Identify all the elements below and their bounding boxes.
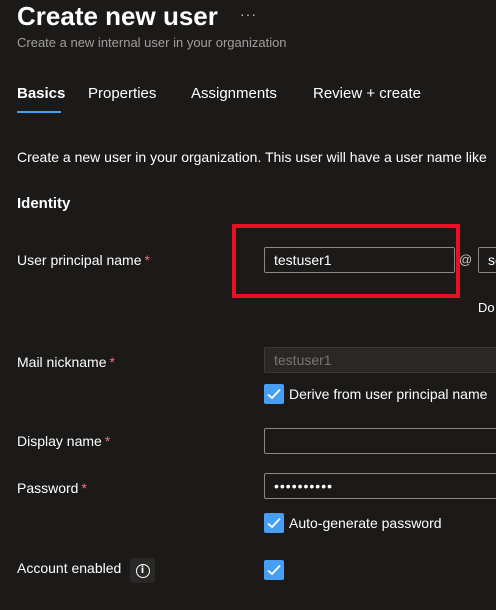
section-title-identity: Identity: [17, 195, 71, 212]
required-marker: *: [144, 252, 150, 268]
account-enabled-checkbox[interactable]: [264, 560, 284, 580]
required-marker: *: [81, 480, 87, 496]
autogen-password-label[interactable]: Auto-generate password: [289, 515, 442, 531]
password-label: Password *: [17, 480, 87, 496]
mail-nickname-input: testuser1: [264, 347, 496, 373]
required-marker: *: [109, 354, 115, 370]
checkmark-icon: [267, 564, 281, 576]
tab-basics[interactable]: Basics: [17, 85, 65, 102]
active-tab-indicator: [17, 111, 61, 113]
mail-nickname-label-text: Mail nickname: [17, 354, 107, 370]
tab-properties[interactable]: Properties: [88, 85, 156, 102]
upn-label-text: User principal name: [17, 252, 142, 268]
page-title: Create new user: [17, 1, 218, 31]
domain-label: Do: [478, 300, 495, 315]
account-enabled-label: Account enabled: [17, 560, 122, 576]
domain-select[interactable]: so: [478, 247, 496, 273]
upn-label: User principal name *: [17, 252, 150, 268]
tab-bar: Basics Properties Assignments Review + c…: [0, 80, 496, 116]
page-subtitle: Create a new internal user in your organ…: [17, 35, 287, 50]
intro-text: Create a new user in your organization. …: [17, 149, 487, 165]
derive-checkbox[interactable]: [264, 384, 284, 404]
info-icon[interactable]: i: [130, 558, 155, 583]
display-name-label: Display name *: [17, 433, 110, 449]
tab-assignments[interactable]: Assignments: [191, 85, 277, 102]
at-symbol: @: [459, 252, 473, 267]
checkmark-icon: [267, 388, 281, 400]
autogen-password-checkbox[interactable]: [264, 513, 284, 533]
password-input[interactable]: ••••••••••: [264, 473, 496, 499]
mail-nickname-label: Mail nickname *: [17, 354, 115, 370]
highlight-box: [232, 224, 460, 298]
more-options-icon[interactable]: ···: [240, 6, 257, 22]
password-label-text: Password: [17, 480, 79, 496]
display-name-label-text: Display name: [17, 433, 102, 449]
required-marker: *: [104, 433, 111, 449]
display-name-input[interactable]: [264, 428, 496, 454]
tab-review-create[interactable]: Review + create: [313, 85, 421, 102]
derive-checkbox-label[interactable]: Derive from user principal name: [289, 386, 487, 402]
checkmark-icon: [267, 517, 281, 529]
info-glyph: i: [135, 563, 150, 578]
